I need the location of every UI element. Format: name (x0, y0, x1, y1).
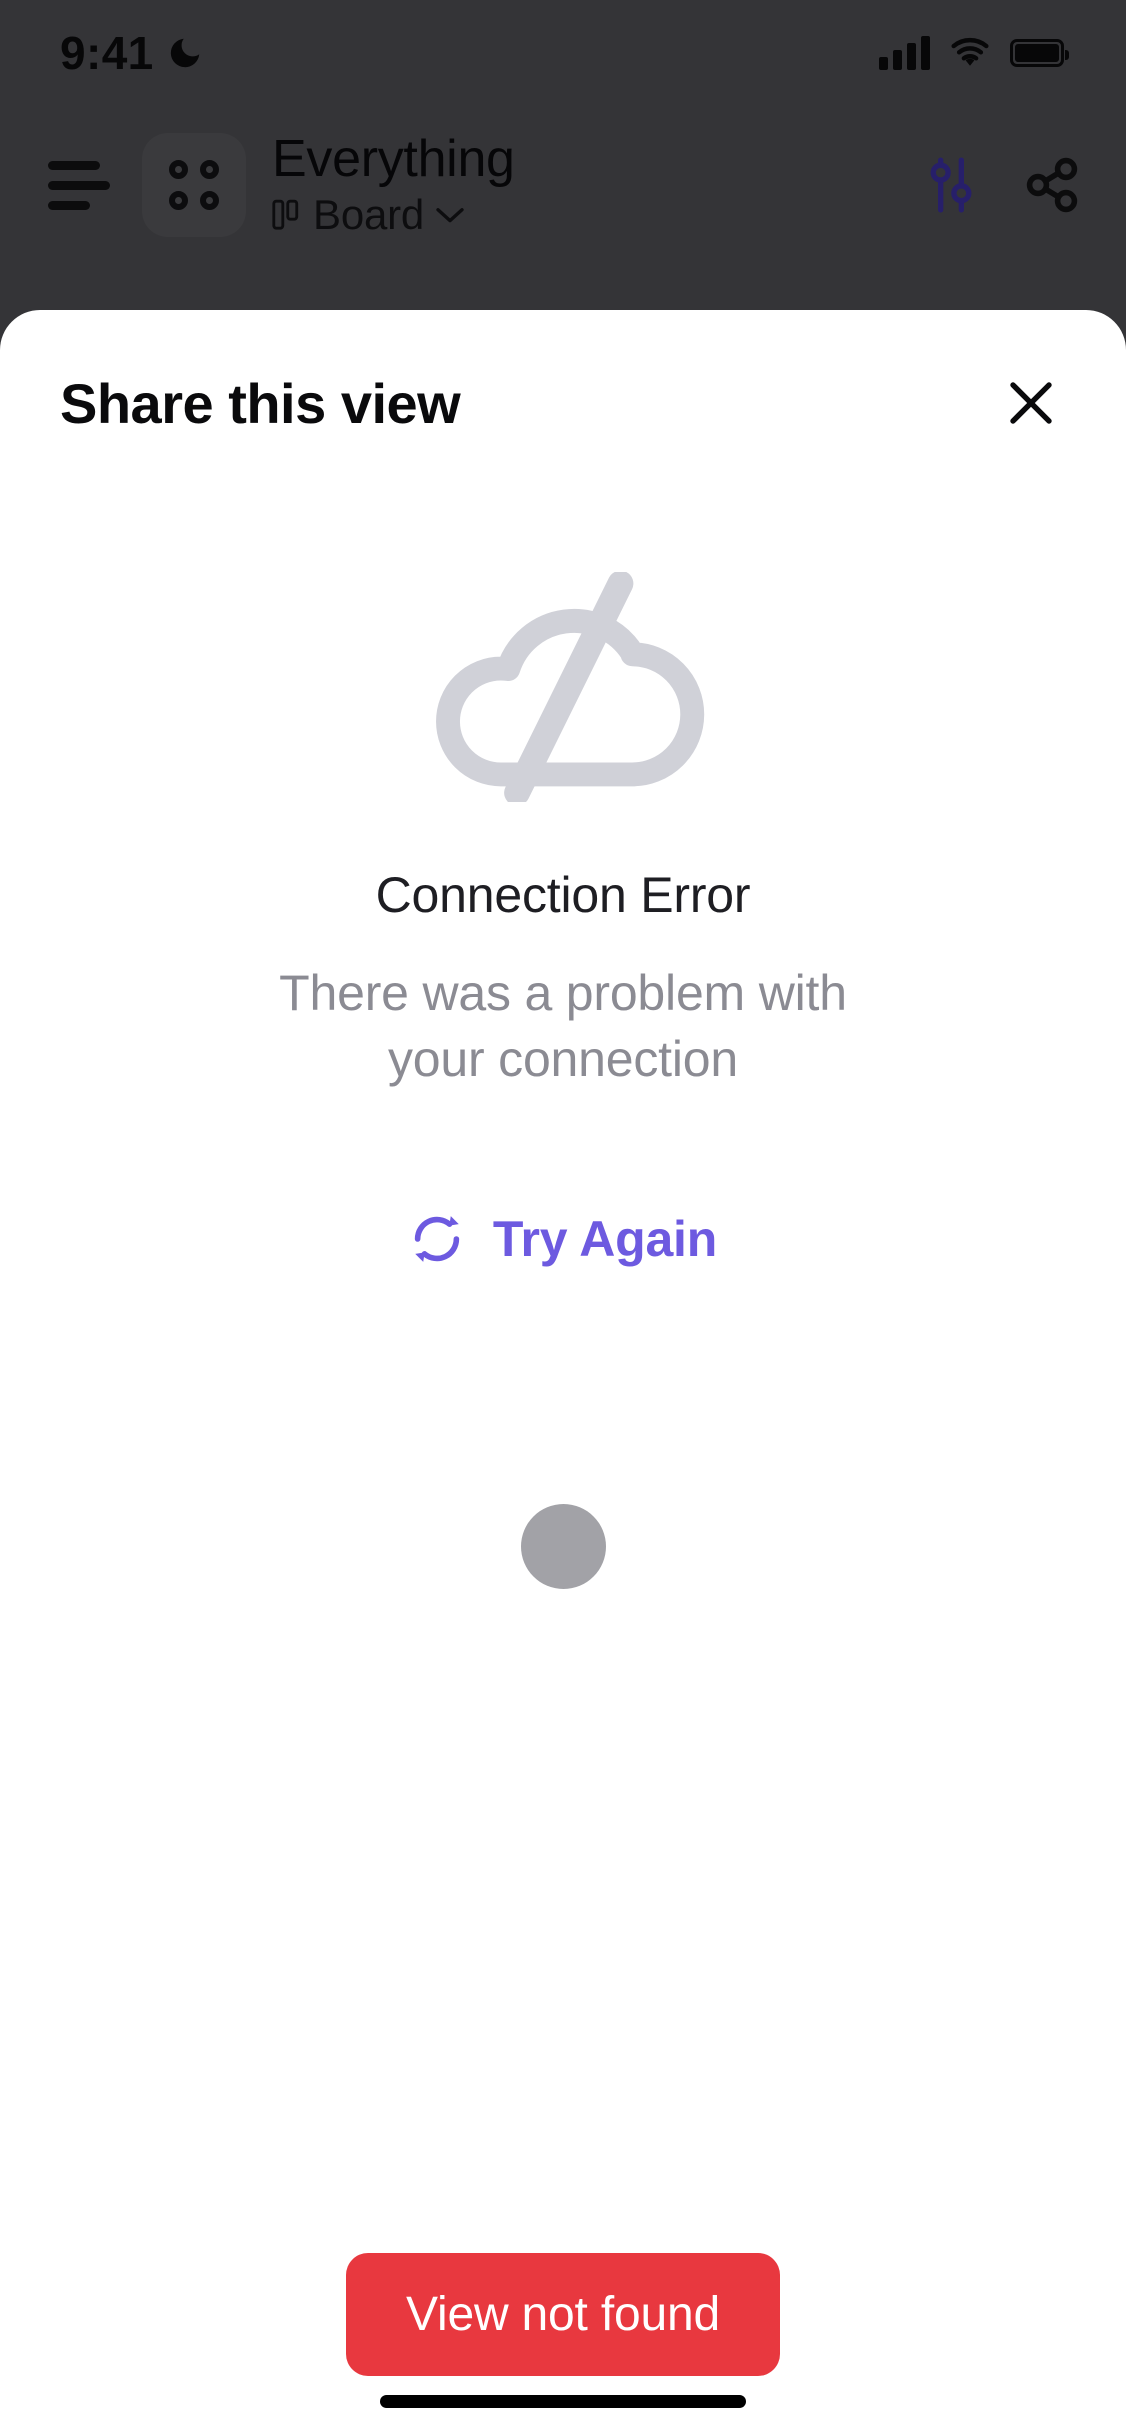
sheet-header: Share this view (0, 310, 1126, 444)
view-not-found-toast[interactable]: View not found (346, 2253, 780, 2376)
error-title: Connection Error (375, 867, 751, 923)
error-description: There was a problem with your connection (279, 965, 847, 1087)
chevron-down-icon (436, 208, 464, 223)
board-layout-icon (272, 199, 299, 230)
nav-title-group: Everything Board (272, 131, 922, 239)
status-time: 9:41 (60, 26, 154, 79)
share-nodes-icon[interactable] (1022, 154, 1082, 216)
avatar-placeholder-dot (520, 1504, 606, 1589)
close-icon (1010, 382, 1052, 424)
try-again-label: Try Again (492, 1211, 718, 1267)
moon-icon (170, 38, 199, 67)
phone-screen: 9:41 Everything Board Share this view Co… (0, 0, 1126, 2436)
toast-container: View not found (0, 2253, 1126, 2436)
status-bar: 9:41 (0, 0, 1126, 105)
close-button[interactable] (990, 362, 1072, 444)
battery-icon (1010, 38, 1069, 67)
app-navigation-bar: Everything Board (0, 105, 1126, 265)
refresh-icon (414, 1216, 460, 1262)
try-again-button[interactable]: Try Again (391, 1200, 735, 1278)
nav-actions (922, 154, 1082, 216)
status-bar-right (879, 35, 1069, 70)
page-title: Everything (272, 129, 515, 188)
view-type-label: Board (313, 191, 425, 239)
sheet-title: Share this view (60, 371, 461, 435)
hamburger-menu-icon[interactable] (48, 150, 118, 220)
app-grid-icon[interactable] (142, 133, 246, 237)
wifi-icon (951, 37, 989, 66)
cellular-signal-icon (879, 35, 930, 70)
view-type-selector[interactable]: Board (272, 191, 922, 239)
connection-error-state: Connection Error There was a problem wit… (0, 572, 1126, 1278)
home-indicator[interactable] (380, 2395, 746, 2408)
share-view-sheet: Share this view Connection Error There w… (0, 310, 1126, 2436)
status-bar-left: 9:41 (60, 26, 204, 80)
cloud-off-icon (436, 572, 705, 802)
filter-sliders-icon[interactable] (922, 154, 980, 216)
